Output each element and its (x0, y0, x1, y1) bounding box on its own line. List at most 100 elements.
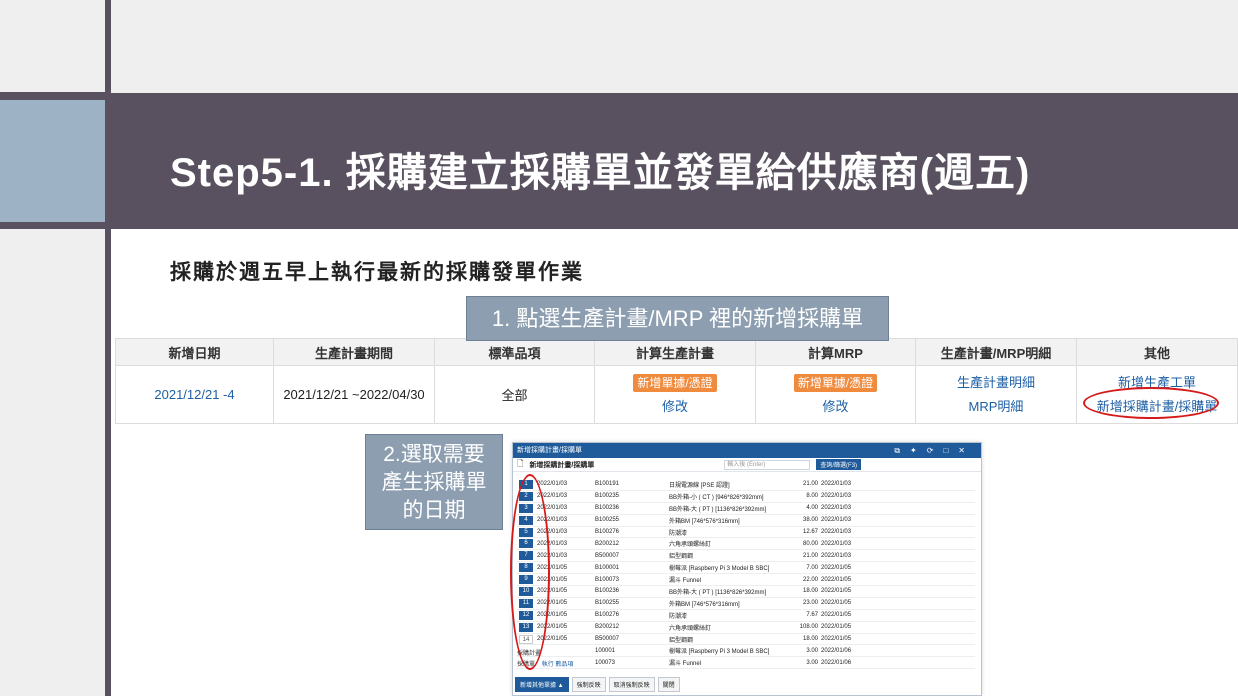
table-row[interactable]: 4 2022/01/03 B100255 外箱BM [746*576*316mm] 38… (517, 515, 975, 527)
row-item-name: 鋁型鋼鋼 (669, 554, 694, 561)
table-row[interactable]: 6 2022/01/03 B200212 六角承頭螺絲釘 80.00 2022/01/03 (517, 538, 975, 551)
toolbar-title: 新增採購計畫/採購單 (529, 461, 595, 469)
row-code: B100276 (595, 529, 620, 535)
row-code: 100073 (595, 659, 616, 666)
column-header: 生產計畫期間 (273, 338, 435, 366)
mrp-plan-table: 新增日期 生產計畫期間 標準品項 計算生產計畫 計算MRP 生產計畫/MRP明細… (115, 338, 1238, 424)
row-due-date: 2022/01/05 (821, 576, 852, 583)
close-icon[interactable]: ✕ (958, 446, 975, 455)
row-item-name: 樹莓派 [Raspberry Pi 3 Model B SBC] (669, 649, 770, 656)
row-code: B100235 (595, 493, 620, 500)
row-code: B500007 (595, 636, 620, 643)
row-due-date: 2022/01/03 (821, 540, 852, 547)
plan-edit-link[interactable]: 修改 (595, 395, 755, 419)
column-header: 其他 (1076, 338, 1238, 366)
row-item-name: 防潮漆 (669, 613, 688, 620)
mrp-detail-link[interactable]: MRP明細 (916, 395, 1076, 419)
search-input[interactable]: 輸入後 (Enter) (724, 459, 811, 470)
row-date: 2022/01/05 (537, 636, 568, 643)
slide-divider-bottom (0, 222, 105, 228)
slide-vertical-bar (105, 0, 111, 696)
table-row[interactable]: 100073 漏斗 Funnel 3.00 2022/01/06 (517, 657, 975, 670)
table-row[interactable]: 2 2022/01/03 B100235 BB外箱-小 ( CT ) [946*826… (517, 491, 975, 503)
plan-new-button[interactable]: 新增單據/憑證 (633, 373, 717, 392)
table-row[interactable]: 7 2022/01/03 B500007 鋁型鋼鋼 21.00 2022/01/03 (517, 550, 975, 563)
row-quantity: 108.00 (799, 624, 818, 631)
callout-line: 2.選取需要 (383, 443, 485, 466)
window-footer: 新增其他單據 ▲ 強制反映 取消強制反映 關閉 (515, 677, 680, 692)
row-code: B500007 (595, 552, 620, 559)
execute-link[interactable]: 執行 (542, 662, 554, 668)
maximize-icon[interactable]: □ (943, 446, 958, 455)
table-row[interactable]: 14 2022/01/05 B500007 鋁型鋼鋼 18.00 2022/01/05 (517, 634, 975, 646)
row-item-name: 漏斗 Funnel (669, 661, 702, 668)
purchase-row-list: 1 2022/01/03 B100191 日規電源線 [PSE 認證] 21.00 202… (517, 479, 975, 670)
row-due-date: 2022/01/03 (821, 505, 852, 512)
row-quantity: 12.67 (802, 529, 818, 535)
row-code: B100255 (595, 600, 620, 607)
row-code: B200212 (595, 624, 620, 631)
row-item-name: 防潮漆 (669, 530, 688, 537)
row-code: B100191 (595, 481, 620, 488)
row-item-name: 樹莓派 [Raspberry Pi 3 Model B SBC] (669, 566, 770, 573)
row-date: 2022/01/03 (537, 493, 568, 500)
row-quantity: 23.00 (802, 600, 818, 607)
callout-line: 產生採購單 (381, 471, 487, 494)
window-title-bar: 新增採購計畫/採購單 ⧉✦⟳□✕ (513, 443, 981, 458)
callout-step-1: 1. 點選生產計畫/MRP 裡的新增採購單 (466, 296, 889, 341)
row-item-name: 外箱BM [746*576*316mm] (669, 601, 740, 608)
table-row[interactable]: 13 2022/01/05 B200212 六角承頭螺絲釘 108.00 2022/01/… (517, 622, 975, 634)
table-row[interactable]: 9 2022/01/05 B100073 漏斗 Funnel 22.00 2022/01/… (517, 574, 975, 587)
window-controls[interactable]: ⧉✦⟳□✕ (894, 443, 975, 458)
row-item-name: 外箱BM [746*576*316mm] (669, 518, 740, 525)
item-count-link[interactable]: 數品項 (555, 662, 573, 668)
column-header: 標準品項 (434, 338, 595, 366)
row-item-name: 鋁型鋼鋼 (669, 637, 694, 644)
table-row[interactable]: 100001 樹莓派 [Raspberry Pi 3 Model B SBC] 3.… (517, 645, 975, 658)
table-row[interactable]: 11 2022/01/05 B100255 外箱BM [746*576*316mm] 2… (517, 598, 975, 610)
document-icon: 🗋 (517, 458, 524, 468)
column-header: 新增日期 (115, 338, 274, 366)
date-column-highlight-oval (510, 474, 550, 670)
close-button[interactable]: 關閉 (657, 677, 680, 692)
row-item-name: 漏斗 Funnel (669, 578, 702, 585)
row-item-name: 六角承頭螺絲釘 (669, 542, 712, 549)
plan-period: 2021/12/21 ~2022/04/30 (283, 387, 425, 402)
row-code: B200212 (595, 540, 620, 547)
row-due-date: 2022/01/03 (821, 493, 852, 500)
popout-icon[interactable]: ⧉ (894, 446, 910, 455)
table-row[interactable]: 8 2022/01/05 B100001 樹莓派 [Raspberry Pi 3 Mo… (517, 562, 975, 575)
slide-top-band (0, 0, 1238, 93)
row-due-date: 2022/01/03 (821, 517, 852, 524)
table-row[interactable]: 5 2022/01/03 B100276 防潮漆 12.67 2022/01/03 (517, 527, 975, 539)
slide-divider-top (0, 92, 105, 98)
row-item-name: BB外箱-大 ( PT ) [1136*826*392mm] (669, 506, 767, 513)
row-quantity: 3.00 (806, 647, 818, 654)
mrp-new-button[interactable]: 新增單據/憑證 (793, 373, 878, 392)
row-quantity: 21.00 (802, 552, 818, 559)
table-row[interactable]: 1 2022/01/03 B100191 日規電源線 [PSE 認證] 21.00 202… (517, 479, 975, 491)
window-toolbar: 🗋 新增採購計畫/採購單 輸入後 (Enter) 查詢/篩選(F3) (513, 458, 981, 472)
row-date: 2022/01/03 (537, 481, 568, 488)
table-row[interactable]: 3 2022/01/03 B100236 BB外箱-大 ( PT ) [1136*82… (517, 503, 975, 515)
plan-date-link[interactable]: 2021/12/21 -4 (154, 387, 234, 402)
purchase-order-window: 新增採購計畫/採購單 ⧉✦⟳□✕ 🗋 新增採購計畫/採購單 輸入後 (Enter… (512, 442, 982, 696)
slide-title: Step5-1. 採購建立採購單並發單給供應商(週五) (170, 151, 1031, 195)
cancel-force-reflect-button[interactable]: 取消強制反映 (608, 677, 655, 692)
add-other-doc-button[interactable]: 新增其他單據 ▲ (515, 677, 569, 692)
row-code: B100255 (595, 517, 620, 524)
callout-line: 的日期 (402, 499, 466, 522)
pin-icon[interactable]: ✦ (910, 446, 927, 455)
query-filter-button[interactable]: 查詢/篩選(F3) (816, 459, 862, 470)
row-code: 100001 (595, 647, 616, 654)
table-row[interactable]: 12 2022/01/05 B100276 防潮漆 7.67 2022/01/05 (517, 610, 975, 622)
plan-detail-link[interactable]: 生產計畫明細 (916, 371, 1076, 395)
row-quantity: 4.00 (806, 505, 818, 512)
force-reflect-button[interactable]: 強制反映 (571, 677, 606, 692)
mrp-edit-link[interactable]: 修改 (756, 395, 915, 419)
row-quantity: 18.00 (802, 588, 818, 595)
row-code: B100236 (595, 505, 620, 512)
refresh-icon[interactable]: ⟳ (927, 446, 944, 455)
row-due-date: 2022/01/05 (821, 624, 852, 631)
table-row[interactable]: 10 2022/01/05 B100236 BB外箱-大 ( PT ) [1136*8… (517, 586, 975, 598)
